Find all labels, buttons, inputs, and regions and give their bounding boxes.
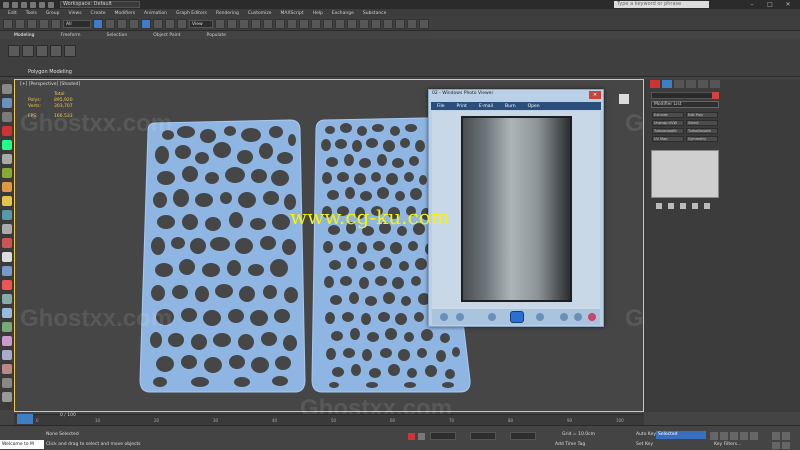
selection-status: None Selected: [46, 432, 79, 437]
tick-label: 20: [154, 418, 160, 423]
rotate-left-icon[interactable]: [560, 313, 568, 321]
photo-viewer-close-icon[interactable]: ✕: [589, 91, 601, 99]
modifier-button-4[interactable]: Select: [686, 120, 718, 126]
object-color-swatch[interactable]: [712, 92, 719, 99]
modifier-stack[interactable]: [651, 150, 719, 198]
next-icon[interactable]: [536, 313, 544, 321]
modifier-button-3[interactable]: Unwrap UVW: [652, 120, 684, 126]
go-to-end-icon[interactable]: [750, 432, 758, 440]
go-to-start-icon[interactable]: [710, 432, 718, 440]
modifier-list-dropdown[interactable]: Modifier List: [651, 101, 719, 108]
previous-frame-icon[interactable]: [720, 432, 728, 440]
tick-label: 70: [449, 418, 455, 423]
prompt-hint: Click and drag to select and move object…: [46, 442, 141, 447]
tick-label: 90: [567, 418, 573, 423]
key-filters-button[interactable]: Key Filters...: [714, 442, 741, 447]
modifier-button-7[interactable]: UV Map: [652, 136, 684, 142]
grid-size: Grid = 10.0cm: [562, 432, 595, 437]
zoom-icon[interactable]: [440, 313, 448, 321]
maximize-viewport-icon[interactable]: [782, 442, 790, 449]
tick-label: 40: [272, 418, 278, 423]
utilities-tab-icon[interactable]: [710, 80, 720, 88]
absolute-mode-icon[interactable]: [418, 433, 425, 440]
add-time-tag-button[interactable]: Add Time Tag: [555, 442, 585, 447]
mini-listener-icon[interactable]: [17, 414, 33, 424]
previous-icon[interactable]: [488, 313, 496, 321]
pin-stack-icon[interactable]: [656, 203, 662, 209]
modifier-button-1[interactable]: Extrude: [652, 112, 684, 118]
viewer-menu-file[interactable]: File: [437, 104, 445, 109]
photo-viewer-window[interactable]: 02 - Windows Photo Viewer ✕ File Print E…: [428, 89, 604, 327]
next-frame-icon[interactable]: [740, 432, 748, 440]
photo-area: [432, 111, 600, 309]
play-icon[interactable]: [730, 432, 738, 440]
rotate-right-icon[interactable]: [574, 313, 582, 321]
modifier-button-5[interactable]: Turbosmooth: [652, 128, 684, 134]
modifier-button-2[interactable]: Edit Poly: [686, 112, 718, 118]
lock-selection-icon[interactable]: [408, 433, 415, 440]
object-name-input[interactable]: [651, 92, 719, 99]
tick-label: 10: [95, 418, 101, 423]
viewer-menu-open[interactable]: Open: [528, 104, 540, 109]
photo-viewer-title: 02 - Windows Photo Viewer: [432, 91, 494, 96]
remove-modifier-icon[interactable]: [692, 203, 698, 209]
make-unique-icon[interactable]: [680, 203, 686, 209]
modifier-button-6[interactable]: TurboSmooth: [686, 128, 718, 134]
tick-label: 60: [390, 418, 396, 423]
z-coordinate-field[interactable]: [510, 432, 536, 440]
modify-tab-icon[interactable]: [662, 80, 672, 88]
motion-tab-icon[interactable]: [686, 80, 696, 88]
orbit-icon[interactable]: [782, 432, 790, 440]
pan-icon[interactable]: [772, 442, 780, 449]
viewer-menu-burn[interactable]: Burn: [505, 104, 516, 109]
photo-viewer-menu: File Print E-mail Burn Open: [431, 102, 601, 110]
configure-modifier-sets-icon[interactable]: [704, 203, 710, 209]
tick-label: 50: [331, 418, 337, 423]
maxscript-listener-input[interactable]: Welcome to M: [0, 440, 44, 449]
photo-viewer-controls: [432, 309, 600, 325]
y-coordinate-field[interactable]: [470, 432, 496, 440]
door-photo: [461, 116, 572, 302]
tick-label: 80: [508, 418, 514, 423]
watermark-text: www.cg-ku.com: [290, 205, 450, 229]
delete-icon[interactable]: [588, 313, 596, 321]
tick-label: 100: [616, 418, 624, 423]
viewcube-icon[interactable]: [619, 94, 629, 104]
set-key-button[interactable]: Set Key: [636, 442, 653, 447]
display-tab-icon[interactable]: [698, 80, 708, 88]
key-mode-dropdown[interactable]: Selected: [656, 431, 706, 439]
tick-label: 30: [213, 418, 219, 423]
modifier-button-8[interactable]: Symmetry: [686, 136, 718, 142]
viewer-menu-email[interactable]: E-mail: [479, 104, 493, 109]
zoom-viewport-icon[interactable]: [772, 432, 780, 440]
panel-left[interactable]: [139, 119, 306, 393]
ghost-watermark-5: Ghostxx.com: [20, 110, 173, 137]
create-tab-icon[interactable]: [650, 80, 660, 88]
slideshow-icon[interactable]: [510, 311, 524, 323]
show-end-result-icon[interactable]: [668, 203, 674, 209]
ghost-watermark-1: Ghostxx.com: [20, 305, 173, 332]
actual-size-icon[interactable]: [456, 313, 464, 321]
auto-key-button[interactable]: Auto Key: [636, 432, 656, 437]
x-coordinate-field[interactable]: [430, 432, 456, 440]
viewer-menu-print[interactable]: Print: [457, 104, 467, 109]
time-ruler[interactable]: 0 10 20 30 40 50 60 70 80 90 100: [36, 418, 626, 424]
tick-label: 0: [36, 418, 39, 423]
hierarchy-tab-icon[interactable]: [674, 80, 684, 88]
